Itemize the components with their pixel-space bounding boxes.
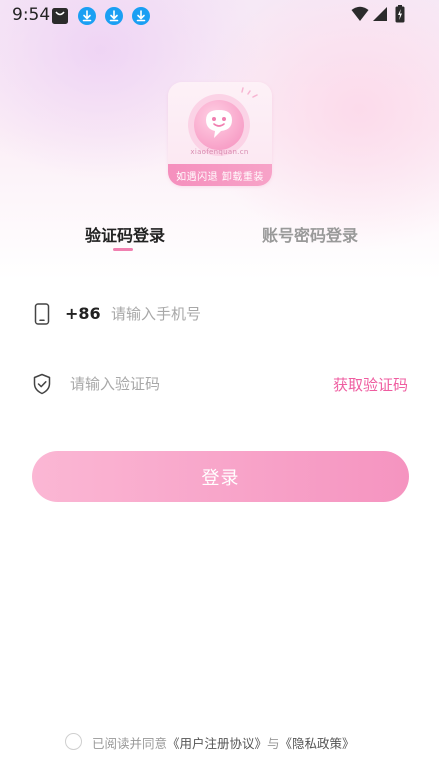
- status-bar: 9:54: [0, 0, 439, 32]
- active-tab-indicator: [113, 248, 133, 251]
- phone-icon: [32, 303, 52, 325]
- verification-code-input[interactable]: [70, 372, 310, 396]
- wifi-icon: [351, 6, 369, 26]
- battery-icon: [395, 5, 405, 27]
- tab-sms-login[interactable]: 验证码登录: [85, 222, 165, 246]
- login-button[interactable]: 登录: [32, 451, 409, 502]
- phone-input[interactable]: [111, 302, 401, 326]
- agreement-text: 已阅读并同意《用户注册协议》与《隐私政策》: [92, 733, 355, 752]
- privacy-policy-link[interactable]: 《隐私政策》: [280, 736, 355, 751]
- get-code-button[interactable]: 获取验证码: [333, 374, 408, 395]
- logo-url-text: xiaofenquan.cn: [190, 148, 249, 156]
- logo-banner: 如遇闪退 卸载重装: [168, 164, 272, 186]
- shopping-bag-icon: [51, 7, 69, 29]
- status-time: 9:54: [12, 5, 51, 25]
- code-field-row: 获取验证码: [0, 366, 439, 402]
- user-agreement-link[interactable]: 《用户注册协议》: [167, 736, 267, 751]
- country-code[interactable]: +86: [65, 304, 101, 323]
- agreement-checkbox[interactable]: [65, 733, 82, 750]
- agreement-conjunction: 与: [267, 736, 280, 751]
- shield-check-icon: [32, 373, 52, 395]
- download-icon: [105, 7, 123, 25]
- cellular-signal-icon: [372, 6, 388, 26]
- phone-field-row: +86: [0, 296, 439, 332]
- download-icon: [132, 7, 150, 25]
- download-icon: [78, 7, 96, 25]
- tab-password-login[interactable]: 账号密码登录: [262, 222, 358, 246]
- agreement-prefix: 已阅读并同意: [92, 736, 168, 751]
- agreement-row: 已阅读并同意《用户注册协议》与《隐私政策》: [0, 730, 439, 754]
- app-logo: 如遇闪退 卸载重装: [168, 82, 272, 186]
